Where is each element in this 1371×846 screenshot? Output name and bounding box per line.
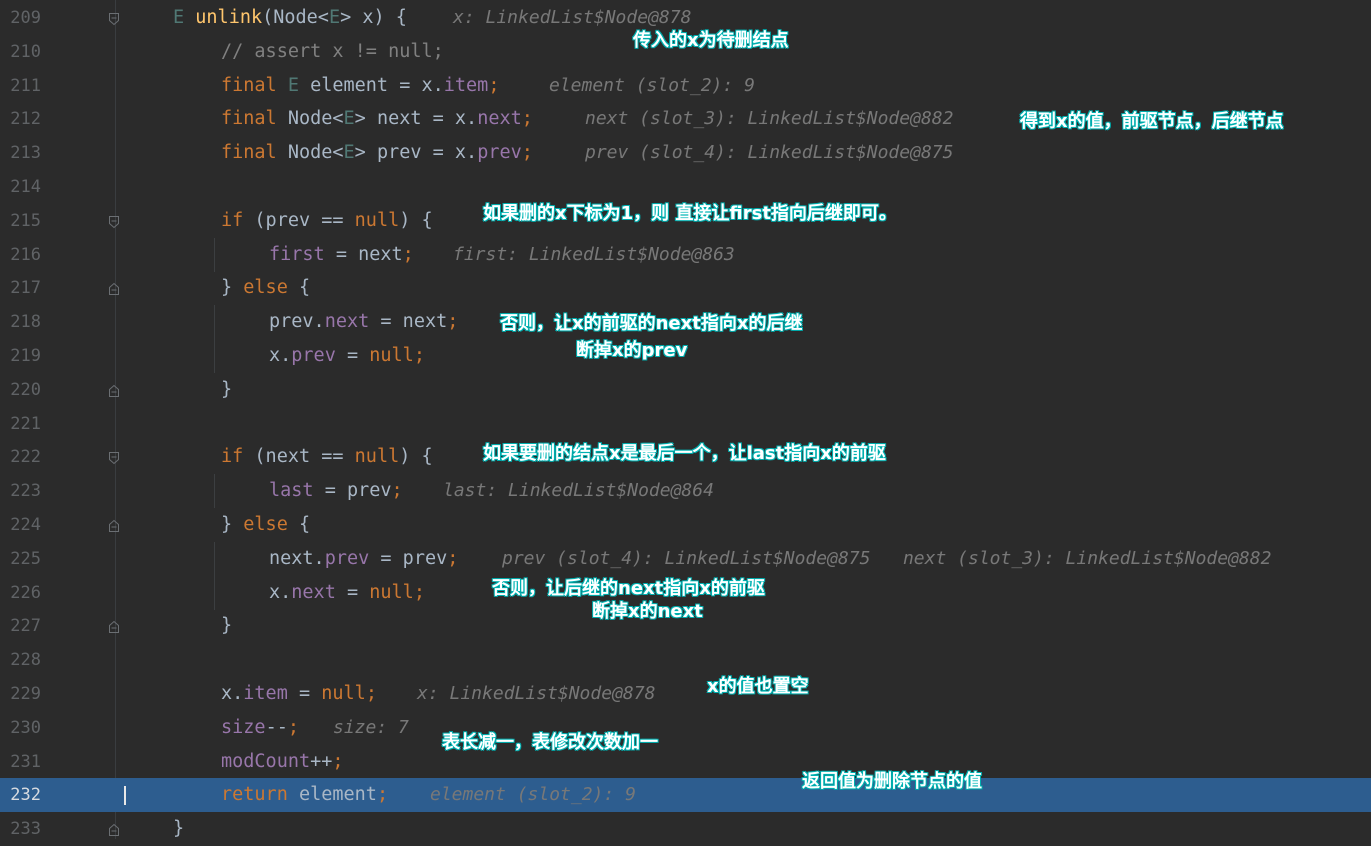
code-text: if (prev == null) { [221,209,433,231]
code-text: } else { [221,514,311,535]
debugger-inline-value: x: LinkedList$Node@878 [417,683,656,704]
code-text: x.prev = null; [269,345,425,366]
code-line-233[interactable]: 233} [0,812,1371,846]
line-number[interactable]: 210 [0,35,41,69]
line-number[interactable]: 211 [0,69,41,103]
line-number[interactable]: 218 [0,305,41,339]
annotation-clear-item: x的值也置空 [707,676,809,697]
code-text: final Node<E> next = x.next; [221,108,533,130]
line-number[interactable]: 228 [0,643,41,677]
debugger-inline-value: size: 7 [333,716,409,738]
code-line-214[interactable]: 214 [0,170,1371,204]
debugger-inline-value: element (slot_2): 9 [430,784,636,806]
code-editor[interactable]: 209 E unlink(Node<E> x) { x: LinkedList$No… [0,0,1371,839]
indent-guide [214,474,215,509]
debugger-inline-value: prev (slot_4): LinkedList$Node@875 next … [502,547,1272,569]
fold-collapse-icon[interactable] [108,281,120,296]
indent-guide [214,237,215,272]
annotation-first-branch: 如果删的x下标为1，则 直接让first指向后继即可。 [483,203,897,224]
debugger-inline-value: prev (slot_4): LinkedList$Node@875 [585,142,954,164]
annotation-size-modcount: 表长减一，表修改次数加一 [442,732,658,753]
code-text: } else { [221,277,311,299]
annotation-param-x: 传入的x为待删结点 [633,30,789,51]
annotation-last-branch: 如果要删的结点x是最后一个，让last指向x的前驱 [483,443,886,464]
code-text: if (next == null) { [221,446,433,468]
code-text: } [221,378,233,400]
annotation-unlink-prev: 断掉x的prev [576,340,688,361]
fold-expand-icon[interactable] [108,11,120,26]
code-line-229[interactable]: 229 x.item = null; x: LinkedList$Node@878 [0,677,1371,711]
code-line-216[interactable]: 216 first = next; first: LinkedList$Node@8… [0,237,1371,272]
line-number[interactable]: 215 [0,204,41,238]
annotation-unlink-next: 断掉x的next [592,601,703,622]
code-text: x.item = null; [221,683,377,704]
code-line-228[interactable]: 228 [0,643,1371,677]
line-number[interactable]: 222 [0,440,41,474]
code-text: } [173,818,185,840]
code-line-211[interactable]: 211 final E element = x.item; element (slo… [0,69,1371,103]
line-number[interactable]: 212 [0,102,41,136]
line-number[interactable]: 216 [0,238,41,272]
indent-guide [214,541,215,576]
code-text: // assert x != null; [221,40,444,62]
code-line-221[interactable]: 221 [0,407,1371,441]
line-number[interactable]: 209 [0,1,41,35]
line-number[interactable]: 223 [0,474,41,508]
code-line-230[interactable]: 230 size--; size: 7 [0,711,1371,745]
code-text: E unlink(Node<E> x) { [173,7,407,28]
indent-guide [214,575,215,610]
line-number[interactable]: 217 [0,271,41,305]
code-text: prev.next = next; [269,311,459,333]
line-number[interactable]: 213 [0,136,41,170]
annotation-return-value: 返回值为删除节点的值 [802,771,982,792]
fold-collapse-icon[interactable] [108,518,120,532]
code-text: size--; [221,716,299,738]
code-text: return element; [221,784,389,806]
code-text: x.next = null; [269,581,425,603]
line-number[interactable]: 221 [0,407,41,441]
code-text: } [221,615,233,637]
line-number[interactable]: 231 [0,745,41,779]
line-number[interactable]: 230 [0,711,41,745]
annotation-get-value-prev-next: 得到x的值，前驱节点，后继节点 [1020,111,1284,132]
fold-collapse-icon[interactable] [108,619,120,634]
line-number[interactable]: 220 [0,373,41,407]
code-line-217[interactable]: 217 } else { [0,271,1371,305]
fold-expand-icon[interactable] [108,214,120,228]
line-number[interactable]: 232 [0,778,41,812]
line-number[interactable]: 229 [0,677,41,711]
code-line-224[interactable]: 224 } else { [0,508,1371,542]
code-line-225[interactable]: 225 next.prev = prev; prev (slot_4): Linke… [0,541,1371,576]
fold-collapse-icon[interactable] [108,383,120,397]
line-number[interactable]: 233 [0,812,41,846]
indent-guide [214,305,215,340]
line-number[interactable]: 226 [0,576,41,610]
debugger-inline-value: last: LinkedList$Node@864 [443,480,714,502]
line-number[interactable]: 214 [0,170,41,204]
code-text: final Node<E> prev = x.prev; [221,142,533,164]
fold-collapse-icon[interactable] [108,822,120,837]
line-number[interactable]: 219 [0,339,41,373]
line-number[interactable]: 227 [0,609,41,643]
debugger-inline-value: next (slot_3): LinkedList$Node@882 [585,108,954,130]
debugger-inline-value: first: LinkedList$Node@863 [453,243,735,265]
code-text: first = next; [269,243,414,265]
code-line-231[interactable]: 231 modCount++; [0,745,1371,779]
annotation-else-next-prev: 否则，让后继的next指向x的前驱 [492,578,765,599]
fold-expand-icon[interactable] [108,450,120,465]
code-line-232[interactable]: 232 return element; element (slot_2): 9 [0,778,1371,813]
code-line-223[interactable]: 223 last = prev; last: LinkedList$Node@864 [0,474,1371,509]
code-text: modCount++; [221,750,344,772]
indent-guide [214,339,215,373]
line-number[interactable]: 224 [0,508,41,542]
code-line-213[interactable]: 213 final Node<E> prev = x.prev; prev (slo… [0,136,1371,170]
annotation-else-prev-next: 否则，让x的前驱的next指向x的后继 [500,313,803,334]
code-text: final E element = x.item; [221,74,500,96]
code-line-220[interactable]: 220} [0,373,1371,407]
debugger-inline-value: element (slot_2): 9 [549,74,755,96]
text-caret [124,786,126,806]
code-text: next.prev = prev; [269,547,459,569]
line-number[interactable]: 225 [0,542,41,576]
code-text: last = prev; [269,480,403,502]
